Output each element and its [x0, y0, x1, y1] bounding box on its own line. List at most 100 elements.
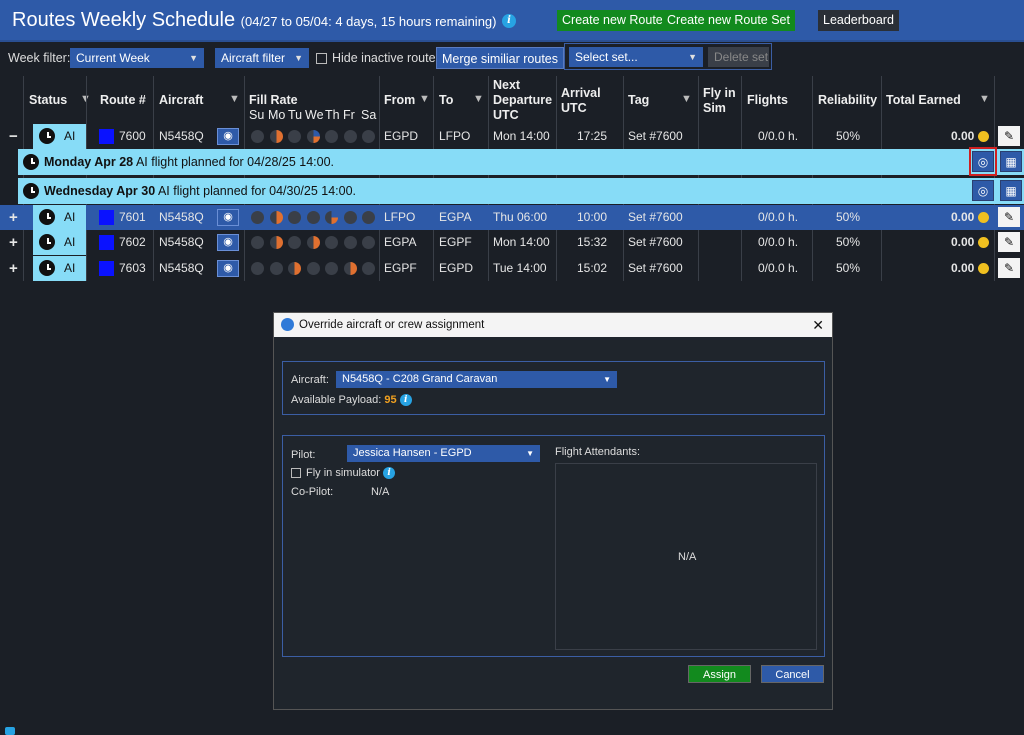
expand-toggle[interactable]: + [9, 230, 18, 255]
checkbox-icon[interactable] [316, 53, 327, 64]
clock-icon [23, 183, 39, 199]
clock-icon [39, 234, 55, 250]
edit-icon[interactable]: ✎ [998, 232, 1020, 252]
flight-attendants-list[interactable]: N/A [555, 463, 817, 650]
fill-rate-dot [251, 262, 264, 275]
resize-grip-icon[interactable] [5, 727, 15, 735]
delete-set-button[interactable]: Delete set [708, 47, 769, 67]
page-title: Routes Weekly Schedule (04/27 to 05/04: … [12, 9, 517, 32]
fill-rate-dot [269, 211, 283, 224]
status-cell: AI [33, 205, 86, 230]
override-assignment-icon[interactable]: ◎ [972, 180, 994, 201]
col-from[interactable]: From [384, 93, 415, 108]
expand-toggle[interactable]: + [9, 205, 18, 230]
chevron-down-icon: ▼ [294, 53, 303, 63]
col-tag[interactable]: Tag [628, 93, 649, 108]
col-next-departure[interactable]: Next Departure UTC [493, 78, 552, 123]
coin-icon [978, 131, 989, 142]
pilot-select[interactable]: Jessica Hansen - EGPD ▼ [347, 445, 540, 462]
col-fly-in-sim[interactable]: Fly in Sim [703, 86, 736, 116]
col-aircraft[interactable]: Aircraft [159, 93, 203, 108]
day-label: We [305, 108, 324, 122]
total-earned: 0.00 [951, 235, 975, 249]
checkbox-icon[interactable] [291, 468, 301, 478]
calendar-icon[interactable]: ▦ [1000, 180, 1022, 201]
week-filter-label: Week filter: [8, 51, 71, 65]
filter-icon[interactable]: ▼ [473, 93, 484, 105]
flight-plan-row[interactable]: Wednesday Apr 30 AI flight planned for 0… [18, 178, 1024, 204]
table-row[interactable]: + AI 7601 N5458Q ◉ LFPO EGPA Thu 06:00 10:00 Set … [0, 205, 1024, 230]
fill-rate-dot [251, 211, 264, 224]
highlight-frame [969, 147, 997, 176]
filter-icon[interactable]: ▼ [229, 93, 240, 105]
filter-icon[interactable]: ▼ [681, 93, 692, 105]
reliability-value: 50% [836, 210, 861, 224]
dialog-titlebar: Override aircraft or crew assignment ✕ [274, 313, 832, 337]
expand-toggle[interactable]: − [9, 124, 18, 149]
select-set-dropdown[interactable]: Select set... ▼ [569, 47, 703, 67]
col-arrival[interactable]: Arrival UTC [561, 86, 601, 116]
clock-icon [39, 260, 55, 276]
col-total-earned[interactable]: Total Earned [886, 93, 961, 108]
flight-plan-row[interactable]: Monday Apr 28 AI flight planned for 04/2… [18, 149, 1024, 175]
fill-rate-dot [269, 236, 283, 249]
col-fly-in-sim-line: Sim [703, 101, 726, 115]
calendar-icon[interactable]: ▦ [1000, 151, 1022, 172]
col-fill-rate[interactable]: Fill Rate [249, 93, 298, 108]
copilot-value: N/A [371, 486, 390, 498]
aircraft-select-value: N5458Q - C208 Grand Caravan [342, 373, 498, 385]
leaderboard-button[interactable]: Leaderboard [818, 10, 899, 31]
col-next-departure-line: UTC [493, 108, 519, 122]
col-to[interactable]: To [439, 93, 453, 108]
fly-in-simulator-toggle[interactable]: Fly in simulator i [291, 467, 396, 480]
aircraft-reg: N5458Q [159, 261, 204, 275]
filter-icon[interactable]: ▼ [979, 93, 990, 105]
filter-icon[interactable]: ▼ [419, 93, 430, 105]
info-icon[interactable]: i [383, 467, 396, 480]
fill-rate-dot [306, 130, 320, 143]
create-route-set-button[interactable]: Create new Route Set [662, 10, 795, 31]
arrival-time: 17:25 [577, 129, 608, 143]
table-row[interactable]: − AI 7600 N5458Q ◉ EGPD LFPO Mon 14:00 17:25 Set … [0, 124, 1024, 149]
col-route[interactable]: Route # [100, 93, 146, 108]
route-number: 7601 [119, 210, 146, 224]
eye-icon[interactable]: ◉ [217, 234, 239, 251]
expand-toggle[interactable]: + [9, 256, 18, 281]
eye-icon[interactable]: ◉ [217, 128, 239, 145]
cancel-button[interactable]: Cancel [761, 665, 824, 683]
aircraft-reg: N5458Q [159, 235, 204, 249]
col-status[interactable]: Status [29, 93, 67, 108]
route-tag: Set #7600 [628, 235, 683, 249]
aircraft-filter-value: Aircraft filter [221, 51, 286, 65]
close-icon[interactable]: ✕ [812, 313, 824, 337]
info-icon[interactable]: i [502, 13, 517, 28]
assign-button[interactable]: Assign [688, 665, 751, 683]
fly-in-simulator-label: Fly in simulator [306, 467, 380, 479]
hide-inactive-label: Hide inactive routes [332, 51, 442, 65]
create-route-button[interactable]: Create new Route [557, 10, 668, 31]
edit-icon[interactable]: ✎ [998, 207, 1020, 227]
info-icon[interactable]: i [399, 394, 412, 407]
col-reliability[interactable]: Reliability [818, 93, 877, 108]
merge-routes-button[interactable]: Merge similiar routes [436, 47, 565, 69]
flight-plan-desc: AI flight planned for 04/30/25 14:00. [157, 184, 357, 198]
aircraft-reg: N5458Q [159, 210, 204, 224]
set-controls: Select set... ▼ Delete set [564, 43, 772, 70]
edit-icon[interactable]: ✎ [998, 126, 1020, 146]
table-row[interactable]: + AI 7603 N5458Q ◉ EGPF EGPD Tue 14:00 15:02 Set … [0, 256, 1024, 281]
to-airport: EGPF [439, 235, 472, 249]
payload-label-text: Available Payload: [291, 394, 382, 406]
edit-icon[interactable]: ✎ [998, 258, 1020, 278]
reliability-value: 50% [836, 235, 861, 249]
col-flights[interactable]: Flights [747, 93, 788, 108]
col-arrival-line: UTC [561, 101, 587, 115]
hide-inactive-toggle[interactable]: Hide inactive routes [316, 51, 442, 65]
aircraft-select[interactable]: N5458Q - C208 Grand Caravan ▼ [336, 371, 617, 388]
week-filter-select[interactable]: Current Week ▼ [70, 48, 204, 68]
status-text: AI [64, 235, 76, 249]
eye-icon[interactable]: ◉ [217, 209, 239, 226]
table-row[interactable]: + AI 7602 N5458Q ◉ EGPA EGPF Mon 14:00 15:32 Set … [0, 230, 1024, 255]
aircraft-filter-select[interactable]: Aircraft filter ▼ [215, 48, 309, 68]
fill-rate-dot [251, 130, 264, 143]
eye-icon[interactable]: ◉ [217, 260, 239, 277]
